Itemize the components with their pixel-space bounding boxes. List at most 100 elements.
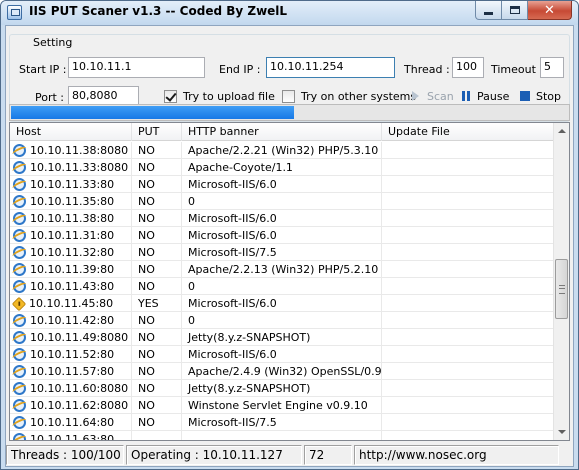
host-cell: 10.10.11.33:80 [10,176,132,193]
client-area: Setting Start IP : 10.10.11.1 End IP : 1… [5,25,574,467]
other-systems-checkbox[interactable] [282,90,295,103]
table-row[interactable]: 10.10.11.62:8080 NO Winstone Servlet Engin… [10,397,555,414]
title-bar[interactable]: IIS PUT Scaner v1.3 -- Coded By ZwelL ✕ [1,1,578,25]
table-row[interactable]: 10.10.11.49:8080 NO Jetty(8.y.z-SNAPSHOT) [10,329,555,346]
upload-checkbox-label[interactable]: Try to upload file [183,90,275,103]
table-row[interactable]: 10.10.11.43:80 NO 0 [10,278,555,295]
timeout-label: Timeout : [491,63,544,76]
scan-button[interactable]: Scan [410,87,454,105]
table-row[interactable]: 10.10.11.52:80 NO Microsoft-IIS/6.0 [10,346,555,363]
end-ip-label: End IP : [219,63,261,76]
put-cell: NO [132,176,182,193]
other-systems-checkbox-label[interactable]: Try on other systems [301,90,416,103]
update-file-cell [382,363,555,380]
upload-checkbox[interactable] [164,90,177,103]
table-row[interactable]: 10.10.11.38:8080 NO Apache/2.2.21 (Win32) … [10,142,555,159]
host-cell: 10.10.11.38:8080 [10,142,132,159]
put-cell: NO [132,244,182,261]
column-header-http-banner[interactable]: HTTP banner [182,123,382,141]
scrollbar-thumb[interactable] [555,259,568,319]
host-text: 10.10.11.33:8080 [30,161,129,174]
http-banner-cell: Microsoft-IIS/6.0 [182,295,382,312]
host-cell: 10.10.11.43:80 [10,278,132,295]
host-cell: 10.10.11.35:80 [10,193,132,210]
table-row[interactable]: 10.10.11.63:80 [10,431,555,440]
start-ip-input[interactable]: 10.10.11.1 [68,57,205,78]
host-cell: 10.10.11.52:80 [10,346,132,363]
app-window: IIS PUT Scaner v1.3 -- Coded By ZwelL ✕ … [0,0,579,470]
play-icon [410,90,422,102]
column-header-put[interactable]: PUT [132,123,182,141]
host-cell: 10.10.11.39:80 [10,261,132,278]
ie-icon [13,399,26,412]
put-cell: NO [132,363,182,380]
update-file-cell [382,159,555,176]
results-scrollbar[interactable] [553,123,569,440]
minimize-icon [484,11,493,15]
host-text: 10.10.11.33:80 [30,178,115,191]
table-row[interactable]: 10.10.11.42:80 NO 0 [10,312,555,329]
put-cell [132,431,182,440]
put-cell: NO [132,346,182,363]
update-file-cell [382,295,555,312]
table-row[interactable]: 10.10.11.38:80 NO Microsoft-IIS/6.0 [10,210,555,227]
table-row[interactable]: 10.10.11.64:80 NO Microsoft-IIS/7.5 [10,414,555,431]
http-banner-cell: Microsoft-IIS/7.5 [182,414,382,431]
host-text: 10.10.11.62:8080 [30,399,129,412]
host-text: 10.10.11.38:80 [30,212,115,225]
host-text: 10.10.11.39:80 [30,263,115,276]
ie-icon [13,161,26,174]
start-ip-label: Start IP : [19,63,67,76]
update-file-cell [382,193,555,210]
table-row[interactable]: 10.10.11.31:80 NO Microsoft-IIS/6.0 [10,227,555,244]
ie-icon [13,348,26,361]
pause-button[interactable]: Pause [460,87,509,105]
host-text: 10.10.11.52:80 [30,348,115,361]
end-ip-input[interactable]: 10.10.11.254 [266,57,395,78]
put-cell: NO [132,312,182,329]
host-cell: 10.10.11.57:80 [10,363,132,380]
stop-icon [519,90,531,102]
window-title: IIS PUT Scaner v1.3 -- Coded By ZwelL [29,4,288,18]
host-cell: 10.10.11.32:80 [10,244,132,261]
scan-progress-bar [9,104,570,121]
ie-icon [13,144,26,157]
host-cell: 10.10.11.60:8080 [10,380,132,397]
update-file-cell [382,278,555,295]
ie-icon [13,212,26,225]
scroll-up-arrow-icon[interactable] [554,123,569,139]
stop-button[interactable]: Stop [519,87,561,105]
table-row[interactable]: 10.10.11.45:80 YES Microsoft-IIS/6.0 [10,295,555,312]
update-file-cell [382,431,555,440]
scroll-down-arrow-icon[interactable] [554,424,569,440]
put-cell: NO [132,397,182,414]
maximize-button[interactable] [502,1,528,20]
table-row[interactable]: 10.10.11.33:80 NO Microsoft-IIS/6.0 [10,176,555,193]
pause-button-label: Pause [477,89,510,103]
app-icon[interactable] [7,5,22,20]
column-header-update-file[interactable]: Update File [382,123,555,141]
table-row[interactable]: 10.10.11.33:8080 NO Apache-Coyote/1.1 [10,159,555,176]
update-file-cell [382,210,555,227]
put-cell: NO [132,159,182,176]
results-list[interactable]: Host PUT HTTP banner Update File 10.10.1… [9,122,570,441]
table-row[interactable]: 10.10.11.60:8080 NO Jetty(8.y.z-SNAPSHOT) [10,380,555,397]
minimize-button[interactable] [475,1,502,20]
table-row[interactable]: 10.10.11.57:80 NO Apache/2.4.9 (Win32) Ope… [10,363,555,380]
http-banner-cell [182,431,382,440]
update-file-cell [382,227,555,244]
http-banner-cell: 0 [182,278,382,295]
timeout-input[interactable]: 5 [540,57,564,78]
put-cell: NO [132,414,182,431]
http-banner-cell: Microsoft-IIS/6.0 [182,176,382,193]
close-button[interactable]: ✕ [528,1,572,20]
http-banner-cell: 0 [182,312,382,329]
http-banner-cell: Jetty(8.y.z-SNAPSHOT) [182,380,382,397]
table-row[interactable]: 10.10.11.39:80 NO Apache/2.2.13 (Win32) PH… [10,261,555,278]
column-header-host[interactable]: Host [10,123,132,141]
host-text: 10.10.11.43:80 [30,280,115,293]
table-row[interactable]: 10.10.11.35:80 NO 0 [10,193,555,210]
table-row[interactable]: 10.10.11.32:80 NO Microsoft-IIS/7.5 [10,244,555,261]
thread-input[interactable]: 100 [452,57,484,78]
stop-button-label: Stop [536,89,562,103]
